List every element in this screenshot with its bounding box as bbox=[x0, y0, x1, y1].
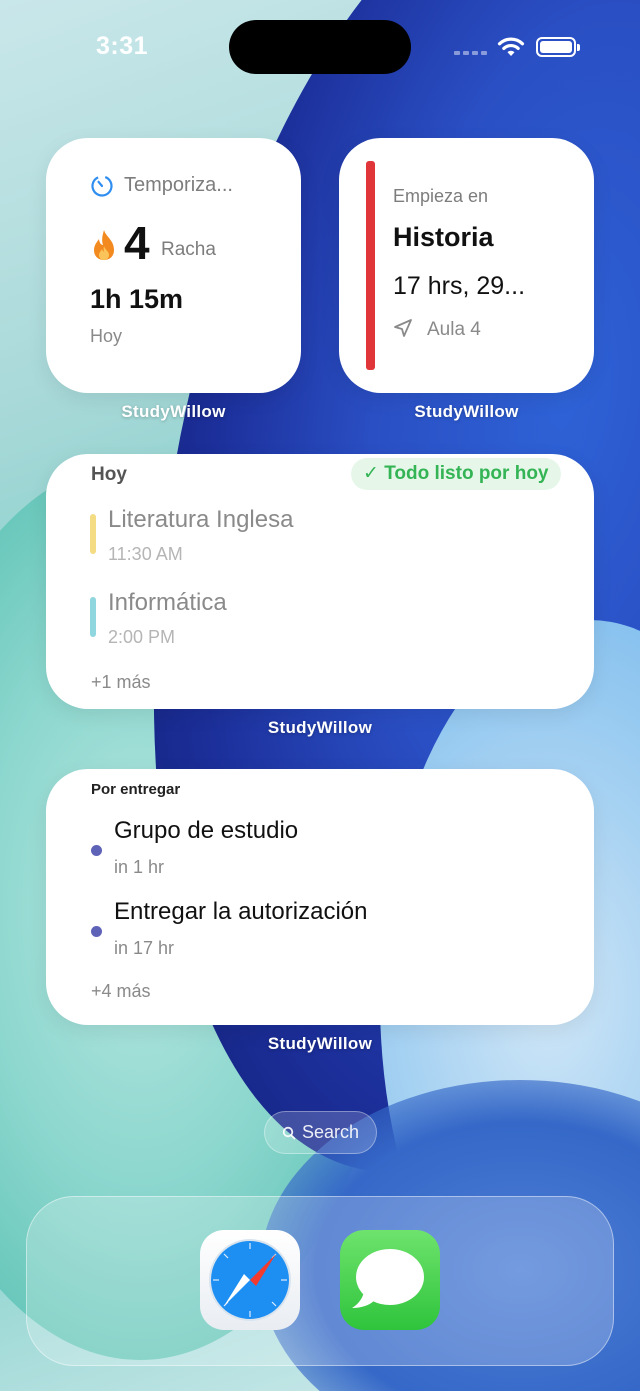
next-class-widget[interactable]: Empieza en Historia 17 hrs, 29... Aula 4 bbox=[339, 138, 594, 393]
widget-app-label: StudyWillow bbox=[121, 402, 226, 421]
widget-app-label: StudyWillow bbox=[414, 402, 519, 421]
timer-icon bbox=[91, 175, 113, 197]
schedule-item-time: 11:30 AM bbox=[108, 544, 183, 564]
spotlight-search-button[interactable]: Search bbox=[264, 1111, 377, 1154]
today-schedule-widget[interactable]: Hoy ✓ Todo listo por hoy Literatura Ingl… bbox=[46, 454, 594, 709]
due-tasks-widget[interactable]: Por entregar Grupo de estudio in 1 hr En… bbox=[46, 769, 594, 1025]
class-location: Aula 4 bbox=[427, 319, 481, 340]
widget-header: Por entregar bbox=[91, 781, 181, 798]
timer-label: Temporiza... bbox=[124, 174, 233, 196]
period-label: Hoy bbox=[90, 326, 123, 346]
safari-app-icon[interactable] bbox=[200, 1230, 300, 1330]
starts-label: Empieza en bbox=[393, 186, 489, 206]
widget-app-label: StudyWillow bbox=[267, 1034, 373, 1053]
wifi-icon bbox=[497, 37, 525, 56]
schedule-item-title: Informática bbox=[108, 589, 227, 616]
class-countdown: 17 hrs, 29... bbox=[393, 272, 526, 300]
streak-widget[interactable]: Temporiza... 4 Racha 1h 15m Hoy bbox=[46, 138, 301, 393]
task-due: in 17 hr bbox=[114, 938, 175, 958]
status-time: 3:31 bbox=[96, 32, 149, 60]
widget-header: Hoy bbox=[91, 464, 127, 485]
task-dot bbox=[91, 845, 102, 856]
status-badge: ✓ Todo listo por hoy bbox=[351, 458, 561, 490]
messages-app-icon[interactable] bbox=[340, 1230, 440, 1330]
class-color-bar bbox=[366, 161, 375, 370]
task-title: Entregar la autorización bbox=[114, 898, 368, 925]
class-subject: Historia bbox=[393, 222, 494, 252]
cellular-signal-icon bbox=[454, 51, 487, 55]
messages-icon bbox=[352, 1249, 424, 1308]
search-icon bbox=[282, 1126, 296, 1139]
more-items-label: +1 más bbox=[91, 672, 151, 692]
dock bbox=[26, 1196, 614, 1366]
dynamic-island bbox=[229, 20, 411, 74]
battery-icon bbox=[536, 37, 580, 57]
search-label: Search bbox=[301, 1122, 360, 1142]
task-due: in 1 hr bbox=[114, 857, 165, 877]
task-dot bbox=[91, 926, 102, 937]
streak-count: 4 bbox=[124, 217, 150, 269]
location-arrow-icon bbox=[394, 319, 412, 337]
task-title: Grupo de estudio bbox=[114, 817, 299, 844]
subject-color-stripe bbox=[90, 514, 96, 554]
widget-app-label: StudyWillow bbox=[267, 718, 373, 737]
fire-icon bbox=[94, 230, 114, 260]
schedule-item-title: Literatura Inglesa bbox=[108, 506, 294, 533]
subject-color-stripe bbox=[90, 597, 96, 637]
more-items-label: +4 más bbox=[91, 981, 151, 1001]
schedule-item-time: 2:00 PM bbox=[108, 627, 176, 647]
streak-label: Racha bbox=[161, 239, 216, 260]
safari-icon bbox=[209, 1239, 291, 1321]
study-duration: 1h 15m bbox=[90, 284, 184, 314]
